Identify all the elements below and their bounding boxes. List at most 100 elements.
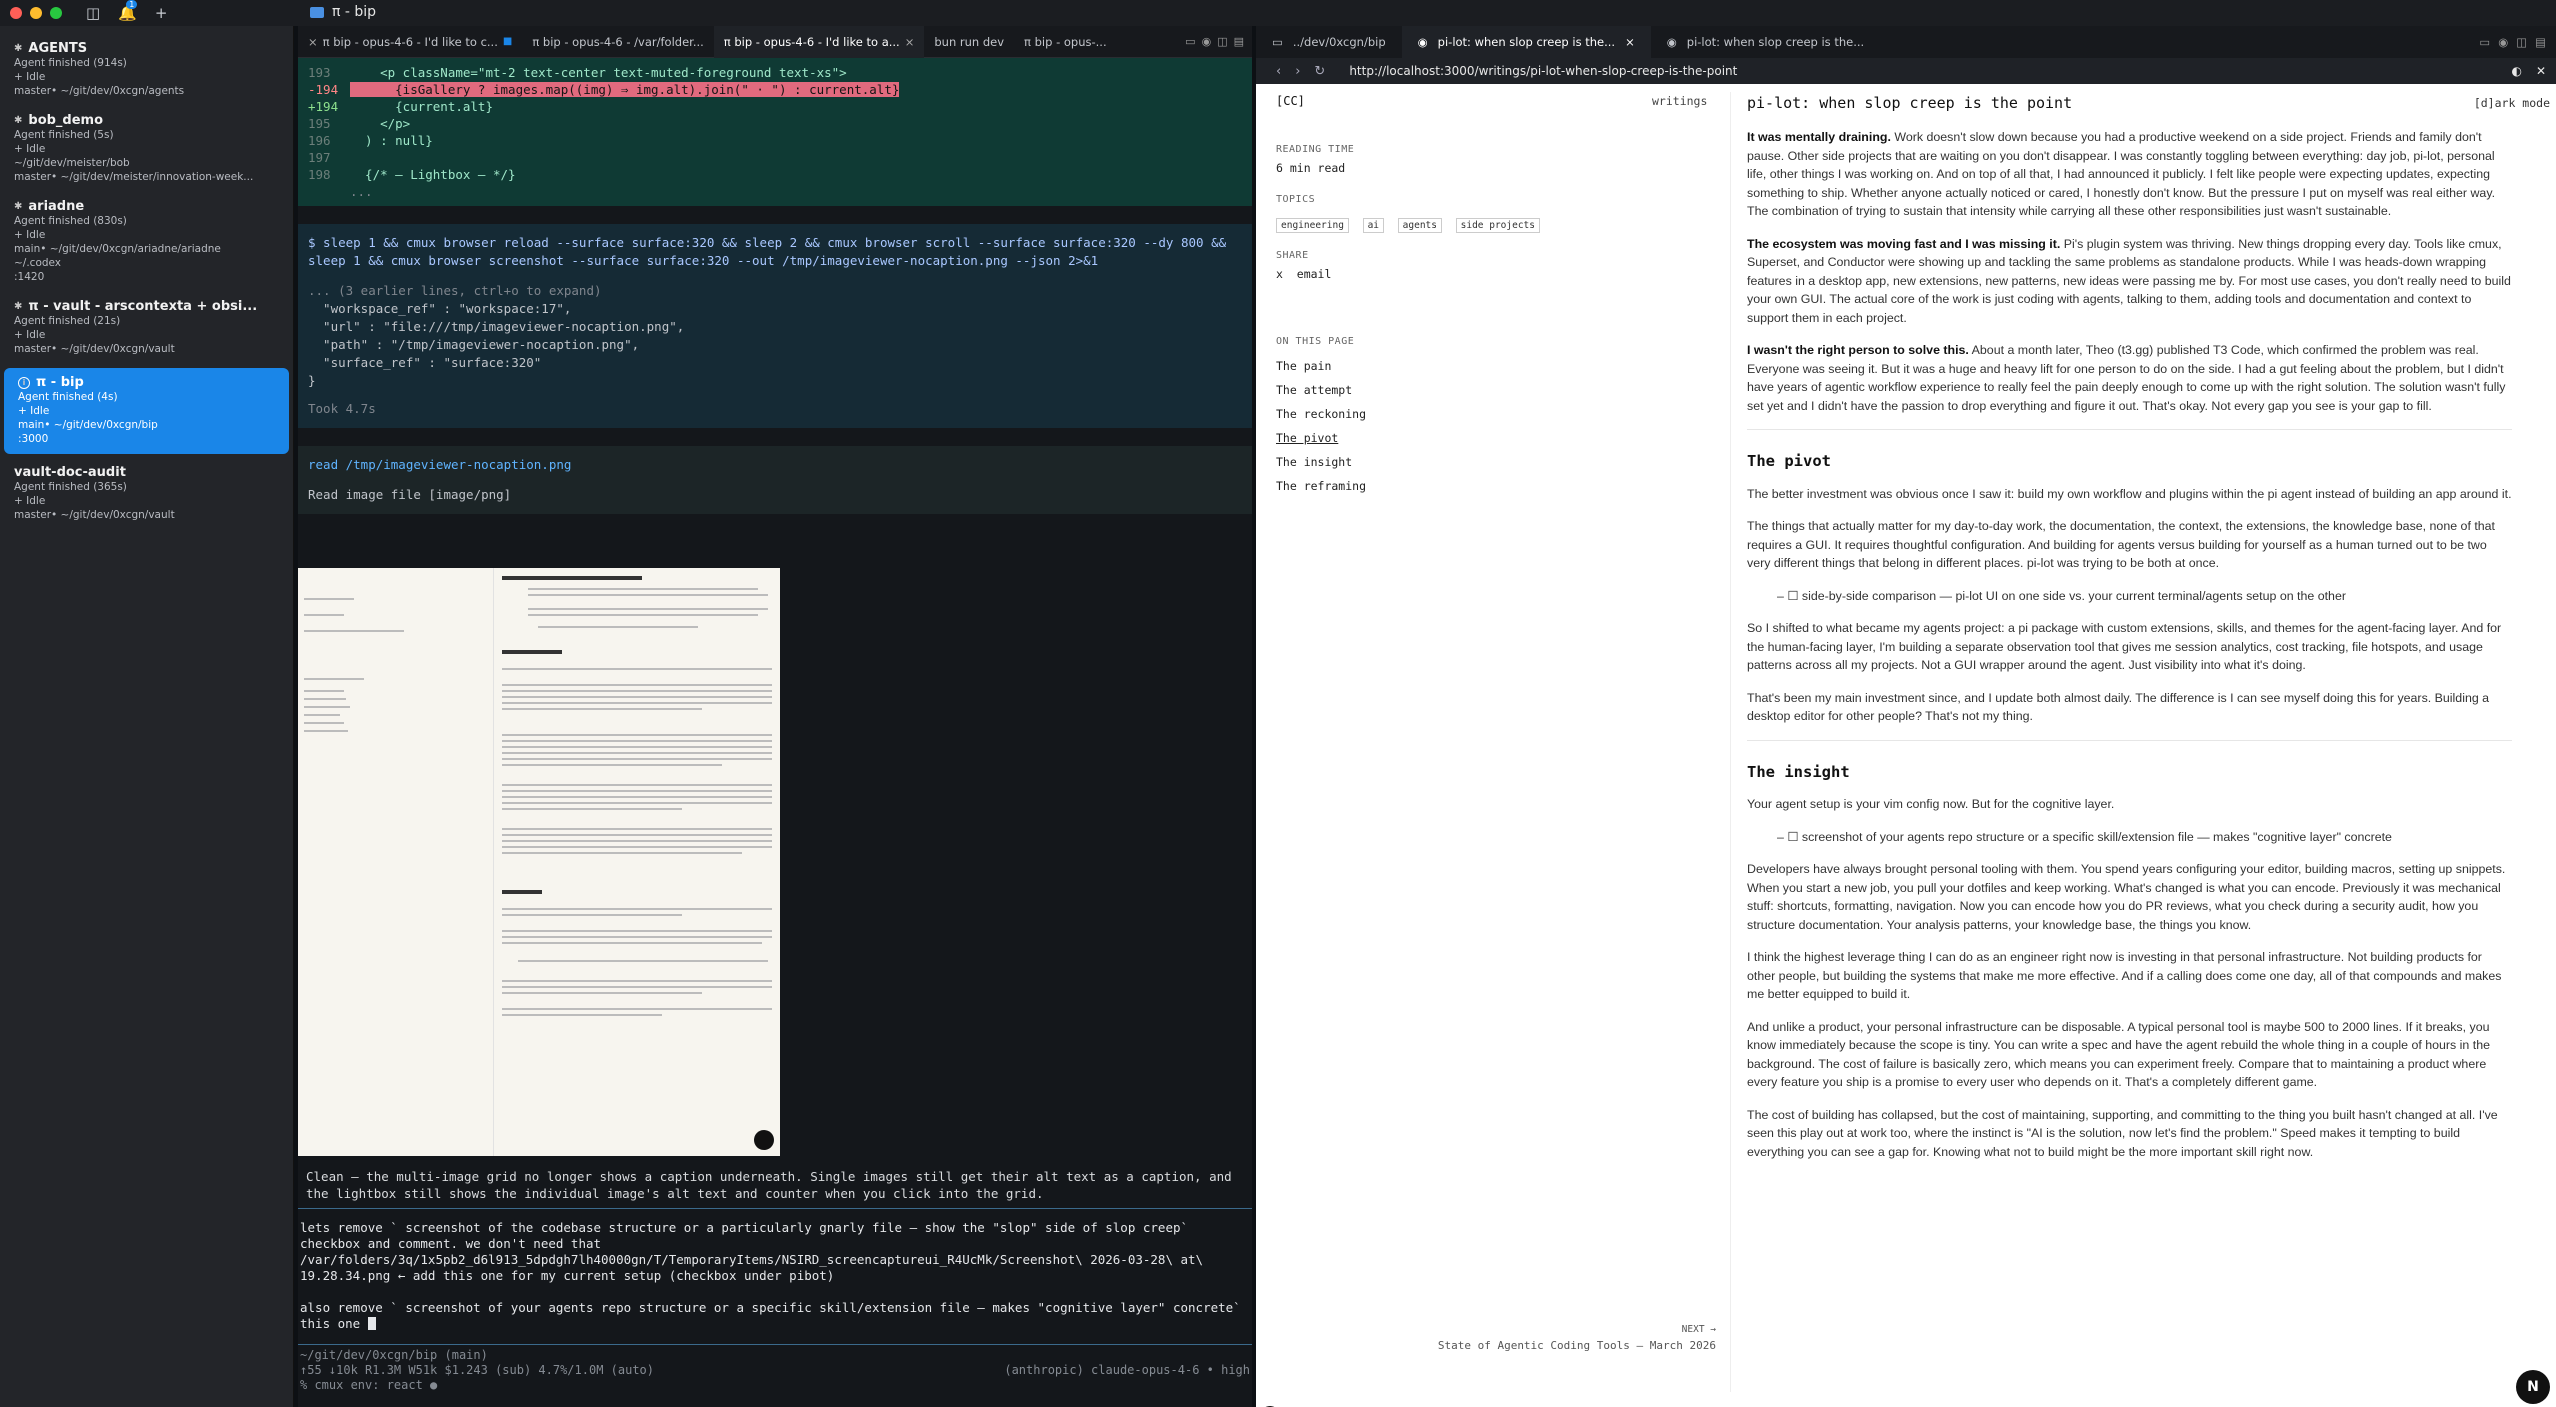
topic-tag[interactable]: ai — [1362, 218, 1385, 233]
workspace-path: master• ~/git/dev/0xcgn/vault — [14, 509, 175, 521]
terminal-tab[interactable]: π bip - opus-... — [1014, 26, 1117, 58]
code-text: </p> — [350, 116, 411, 131]
close-icon[interactable]: × — [905, 35, 915, 49]
tab-label: pi-lot: when slop creep is the... — [1437, 35, 1616, 49]
toc-item-the-pivot[interactable]: The pivot — [1276, 431, 1366, 445]
article-paragraph: Developers have always brought personal … — [1747, 862, 2506, 932]
site-logo[interactable]: [CC] — [1276, 94, 1305, 108]
toc-item-the-reframing[interactable]: The reframing — [1276, 479, 1366, 493]
output-line: "path" : "/tmp/imageviewer-nocaption.png… — [308, 337, 640, 352]
close-window-button[interactable] — [10, 7, 22, 19]
reading-time-label: READING TIME — [1276, 144, 1355, 155]
toc-item-the-insight[interactable]: The insight — [1276, 455, 1366, 469]
line-number: +194 — [308, 99, 339, 114]
browser-tab-active[interactable]: ◉ pi-lot: when slop creep is the... × — [1401, 26, 1651, 58]
workspace-status: Agent finished (4s) — [18, 391, 118, 403]
url-input[interactable]: http://localhost:3000/writings/pi-lot-wh… — [1349, 64, 1737, 78]
article-title: pi-lot: when slop creep is the point — [1747, 94, 2073, 112]
back-icon[interactable]: ‹ — [1276, 64, 1281, 79]
todo-checkbox-item[interactable]: – ☐ side-by-side comparison — pi-lot UI … — [1777, 587, 2512, 606]
output-line: "url" : "file:///tmp/imageviewer-nocapti… — [308, 319, 685, 334]
close-icon[interactable]: × — [308, 35, 318, 49]
article-paragraph: That's been my main investment since, an… — [1747, 690, 2490, 724]
split-down-icon[interactable]: ▤ — [2535, 35, 2546, 49]
split-right-icon[interactable]: ◫ — [1217, 35, 1227, 48]
forward-icon[interactable]: › — [1295, 64, 1300, 79]
writings-link[interactable]: writings — [1652, 94, 1707, 108]
terminal-tab[interactable]: × π bip - opus-4-6 - I'd like to c... ■ — [298, 26, 522, 58]
line-number: -194 — [308, 82, 339, 97]
toc-item-the-attempt[interactable]: The attempt — [1276, 383, 1366, 397]
nextjs-badge-icon[interactable]: N — [2516, 1370, 2550, 1404]
code-line: 196 ) : null} — [308, 132, 1242, 149]
workspace-path: main• ~/git/dev/0xcgn/bip — [18, 419, 158, 431]
reload-icon[interactable]: ↻ — [1314, 64, 1325, 79]
workspace-item-vault-doc-audit[interactable]: vault-doc-audit Agent finished (365s) + … — [0, 458, 293, 530]
workspace-path: master• ~/git/dev/meister/innovation-wee… — [14, 171, 254, 183]
code-text: ... — [350, 184, 373, 199]
code-text: {isGallery ? images.map((img) ⇒ img.alt)… — [350, 82, 900, 97]
zoom-window-button[interactable] — [50, 7, 62, 19]
info-icon: i — [18, 377, 30, 389]
toc-item-the-reckoning[interactable]: The reckoning — [1276, 407, 1366, 421]
notification-badge: 1 — [126, 0, 138, 9]
prompt-bottom-divider — [298, 1344, 1252, 1345]
code-line: 198 {/* — Lightbox — */} — [308, 166, 1242, 183]
sidebar-toggle-icon[interactable]: ◫ — [86, 4, 100, 22]
terminal-tab-active[interactable]: π bip - opus-4-6 - I'd like to a... × — [713, 25, 925, 58]
minimize-window-button[interactable] — [30, 7, 42, 19]
browser-tab[interactable]: ◉ pi-lot: when slop creep is the... — [1651, 26, 1880, 58]
dark-mode-toggle[interactable]: [d]ark mode — [2470, 96, 2550, 110]
todo-checkbox-item[interactable]: – ☐ screenshot of your agents repo struc… — [1777, 828, 2512, 847]
code-line: ... — [308, 183, 1242, 200]
new-workspace-icon[interactable]: + — [155, 4, 168, 22]
bash-command: $ sleep 1 && cmux browser reload --surfa… — [308, 235, 1227, 268]
window-controls — [10, 7, 62, 19]
share-links[interactable]: x email — [1276, 267, 1331, 281]
workspace-item-vault[interactable]: ✱ π - vault - arscontexta + obsi... Agent… — [0, 292, 293, 364]
topic-tag[interactable]: side projects — [1455, 218, 1540, 233]
bell-icon[interactable]: 🔔 1 — [118, 0, 138, 22]
workspace-port: :1420 — [14, 271, 45, 283]
workspace-state: + Idle — [14, 329, 46, 341]
next-article-link[interactable]: NEXT → State of Agentic Coding Tools — M… — [1416, 1324, 1716, 1352]
diff-block: 193 <p className="mt-2 text-center text-… — [298, 58, 1252, 206]
theme-toggle-icon[interactable]: ◐ — [2511, 64, 2521, 78]
workspace-item-bip[interactable]: i π - bip Agent finished (4s) + Idle main… — [4, 368, 289, 454]
workspace-state: + Idle — [18, 405, 50, 417]
devtools-icon[interactable]: ✕ — [2536, 64, 2556, 78]
collapsed-lines-hint[interactable]: ... (3 earlier lines, ctrl+o to expand) — [308, 282, 1242, 300]
workspace-state: + Idle — [14, 71, 46, 83]
folder-icon — [310, 6, 324, 18]
terminal-tab[interactable]: bun run dev — [924, 26, 1014, 58]
topic-tag[interactable]: engineering — [1276, 218, 1349, 233]
code-text: {/* — Lightbox — */} — [350, 167, 516, 182]
pin-icon: ✱ — [14, 43, 23, 54]
status-usage: ↑55 ↓10k R1.3M W51k $1.243 (sub) 4.7%/1.… — [300, 1363, 655, 1377]
output-line: } — [308, 373, 316, 388]
tab-label: π bip - opus-4-6 - /var/folder... — [532, 34, 704, 49]
globe-icon[interactable]: ◉ — [1202, 35, 1212, 48]
globe-icon[interactable]: ◉ — [2498, 35, 2508, 49]
workspace-item-agents[interactable]: ✱ AGENTS Agent finished (914s) + Idle mas… — [0, 34, 293, 106]
toc-item-the-pain[interactable]: The pain — [1276, 359, 1366, 373]
line-number: 196 — [308, 133, 331, 148]
screenshot-thumbnail[interactable] — [298, 568, 780, 1156]
terminal-tab[interactable]: π bip - opus-4-6 - /var/folder... — [522, 26, 713, 58]
close-icon[interactable]: × — [1625, 35, 1635, 49]
status-model[interactable]: (anthropic) claude-opus-4-6 • high — [1004, 1363, 1250, 1378]
tab-label: pi-lot: when slop creep is the... — [1686, 35, 1865, 49]
workspace-item-ariadne[interactable]: ✱ ariadne Agent finished (830s) + Idle ma… — [0, 192, 293, 292]
read-result: Read image file [image/png] — [308, 487, 512, 502]
terminal-icon[interactable]: ▭ — [2479, 35, 2490, 49]
workspace-path: master• ~/git/dev/0xcgn/vault — [14, 343, 175, 355]
workspace-item-bob-demo[interactable]: ✱ bob_demo Agent finished (5s) + Idle ~/g… — [0, 106, 293, 192]
workspace-status: Agent finished (5s) — [14, 129, 114, 141]
window-title: π - bip — [332, 4, 377, 20]
split-down-icon[interactable]: ▤ — [1234, 35, 1244, 48]
prompt-input[interactable]: lets remove ` screenshot of the codebase… — [298, 1214, 1252, 1338]
browser-tab[interactable]: ▭ ../dev/0xcgn/bip — [1256, 26, 1402, 58]
terminal-icon[interactable]: ▭ — [1185, 35, 1195, 48]
topic-tag[interactable]: agents — [1397, 218, 1442, 233]
split-right-icon[interactable]: ◫ — [2516, 35, 2527, 49]
